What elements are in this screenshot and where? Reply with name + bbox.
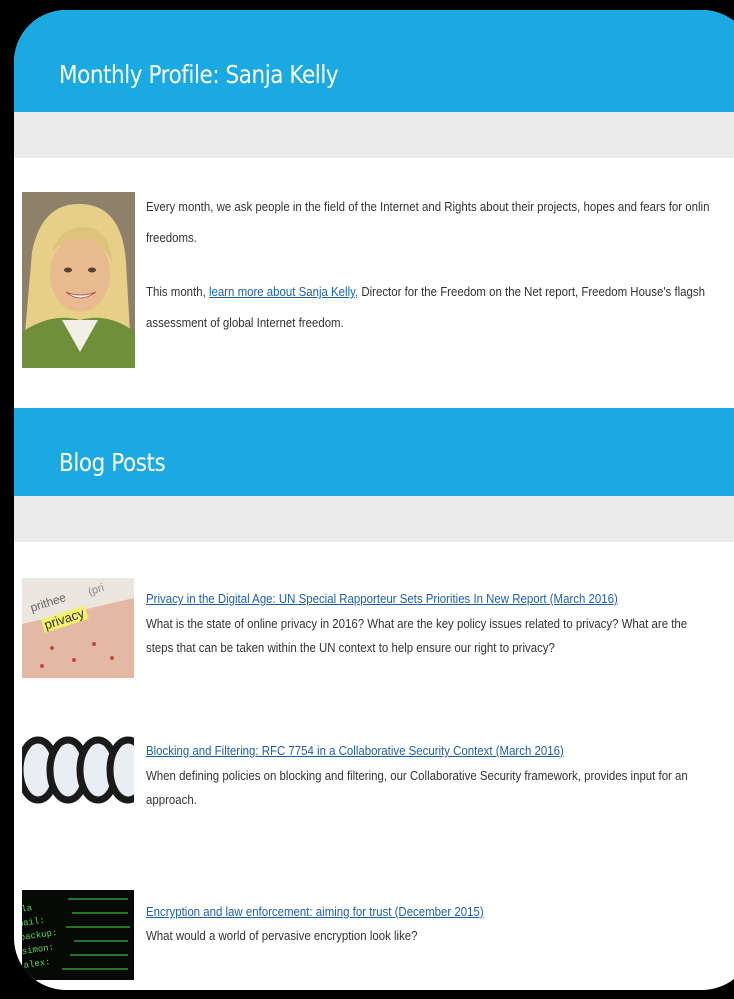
post-thumbnail[interactable]: prithee privacy (pri: [22, 578, 134, 678]
post-desc-line-1: When defining policies on blocking and f…: [146, 768, 688, 783]
post-title-link[interactable]: Blocking and Filtering: RFC 7754 in a Co…: [146, 743, 564, 758]
post-desc-line-2: approach.: [146, 792, 197, 807]
blog-grey-bar: [14, 496, 734, 542]
post-description: What would a world of pervasive encrypti…: [146, 924, 418, 948]
profile-intro: Every month, we ask people in the field …: [146, 191, 709, 253]
blog-heading: Blog Posts: [59, 448, 166, 477]
post-thumbnail[interactable]: [22, 728, 134, 816]
post-thumbnail[interactable]: nla mail: backup: simon: alex:: [22, 890, 134, 980]
profile-heading: Monthly Profile: Sanja Kelly: [59, 60, 339, 89]
profile-link[interactable]: learn more about Sanja Kelly,: [209, 284, 358, 299]
filter-lenses-image: [22, 728, 134, 816]
post-title-link[interactable]: Encryption and law enforcement: aiming f…: [146, 904, 484, 919]
this-month-prefix: This month,: [146, 284, 209, 299]
post-title-link[interactable]: Privacy in the Digital Age: UN Special R…: [146, 591, 618, 606]
this-month-line-1: This month, learn more about Sanja Kelly…: [146, 276, 705, 307]
this-month-line-2: assessment of global Internet freedom.: [146, 315, 344, 330]
profile-banner: Monthly Profile: Sanja Kelly: [14, 10, 734, 112]
profile-this-month: This month, learn more about Sanja Kelly…: [146, 276, 705, 338]
intro-line-2: freedoms.: [146, 230, 197, 245]
profile-grey-bar: [14, 112, 734, 158]
post-desc-line-2: steps that can be taken within the UN co…: [146, 640, 555, 655]
terminal-code-image: nla mail: backup: simon: alex:: [22, 890, 134, 980]
privacy-image: prithee privacy (pri: [22, 578, 134, 678]
profile-photo: [22, 192, 135, 368]
intro-line-1: Every month, we ask people in the field …: [146, 199, 710, 214]
post-desc-line-1: What is the state of online privacy in 2…: [146, 616, 688, 631]
post-description: When defining policies on blocking and f…: [146, 764, 688, 812]
post-description: What is the state of online privacy in 2…: [146, 612, 687, 660]
page-frame: Monthly Profile: Sanja Kelly Every month…: [14, 10, 734, 990]
blog-banner: Blog Posts: [14, 408, 734, 496]
this-month-suffix: Director for the Freedom on the Net repo…: [358, 284, 705, 299]
portrait-image: [22, 192, 135, 368]
post-desc-line-1: What would a world of pervasive encrypti…: [146, 928, 418, 943]
